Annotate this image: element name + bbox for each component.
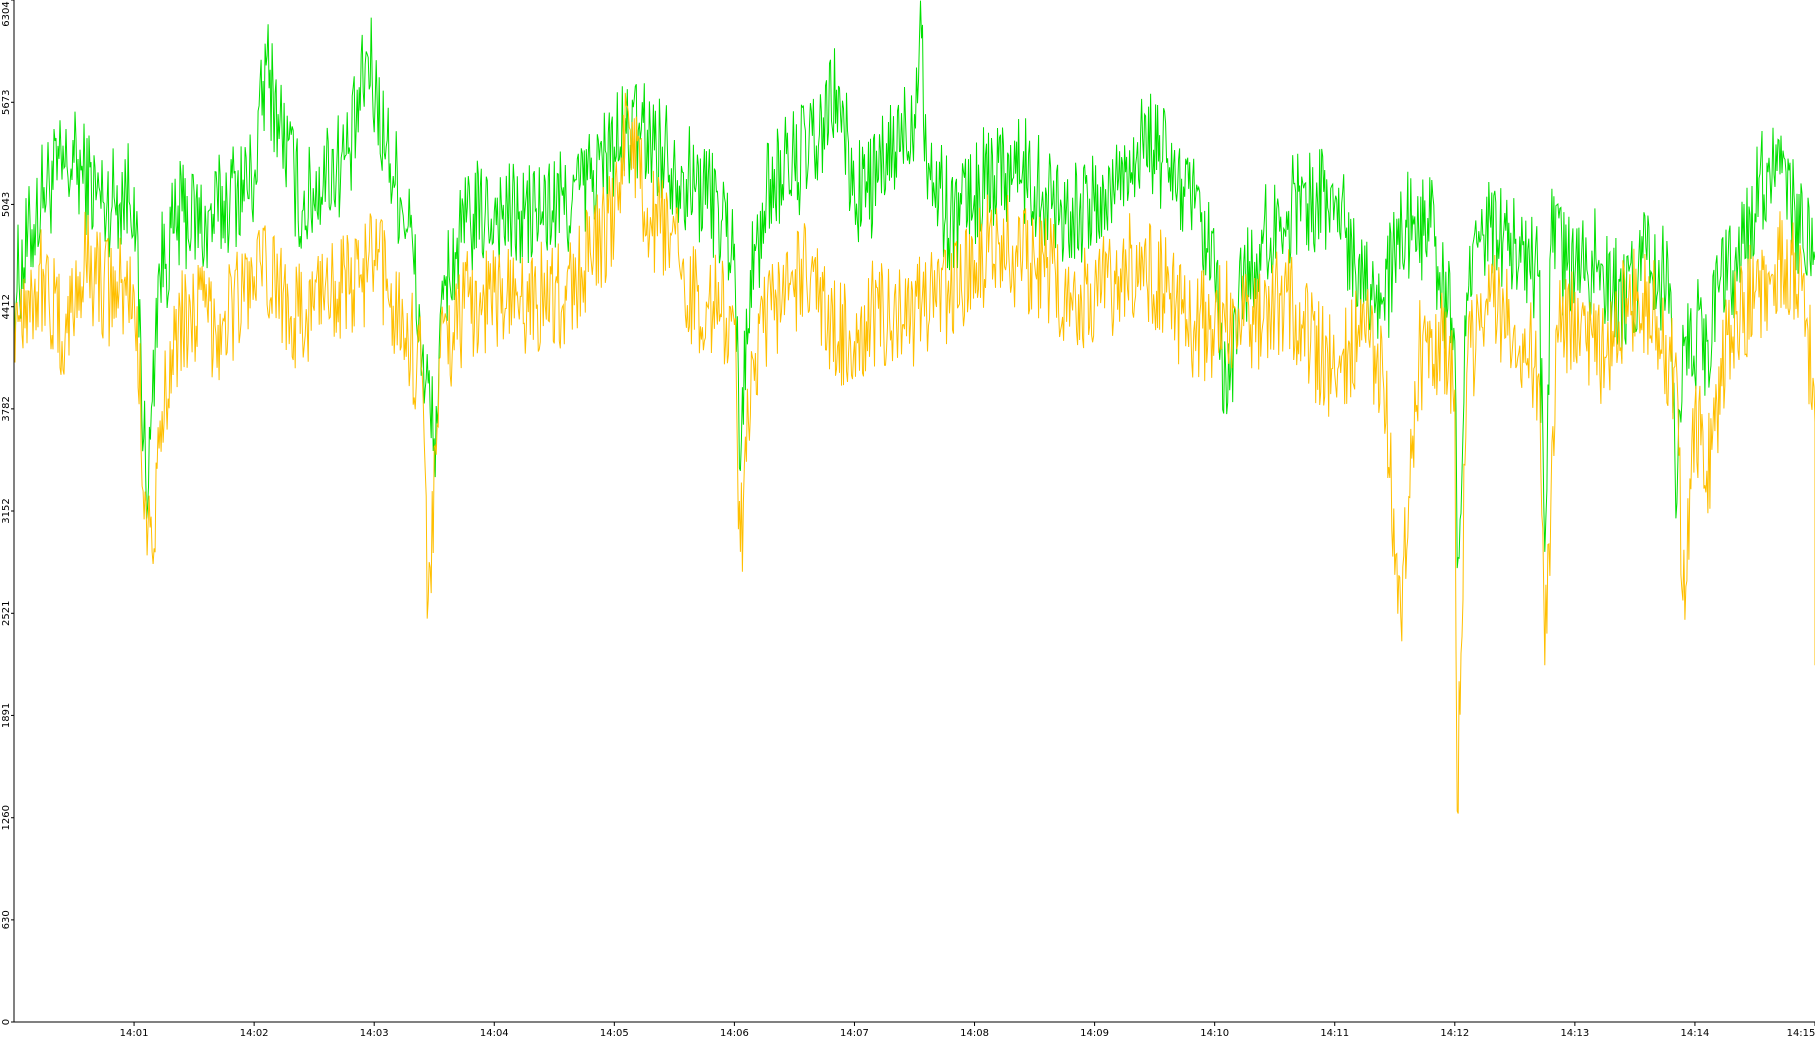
x-tick-label: 14:05 [600, 1028, 629, 1039]
y-tick-label: 3782 [1, 396, 12, 421]
y-tick-label: 5043 [1, 192, 12, 217]
y-tick-label: 5673 [1, 90, 12, 115]
chart-canvas: 0 630 1260 1891 2521 3152 3782 4412 5043 5673 6304… [0, 0, 1815, 1039]
y-tick-label: 1891 [1, 703, 12, 728]
y-tick-label: 0 [1, 1019, 12, 1025]
y-tick-label: 630 [1, 910, 12, 929]
x-tick-label: 14:09 [1080, 1028, 1109, 1039]
x-tick-label: 14:02 [240, 1028, 269, 1039]
y-tick-label: 1260 [1, 805, 12, 830]
x-tick-label: 14:14 [1681, 1028, 1710, 1039]
line-chart: 0 630 1260 1891 2521 3152 3782 4412 5043 5673 6304… [0, 0, 1815, 1039]
y-tick-label: 6304 [1, 1, 12, 26]
x-tick-label: 14:04 [480, 1028, 509, 1039]
y-tick-label: 2521 [1, 601, 12, 626]
x-tick-label: 14:08 [960, 1028, 989, 1039]
y-tick-label: 4412 [1, 294, 12, 319]
x-tick-label: 14:01 [120, 1028, 149, 1039]
x-tick-label: 14:03 [360, 1028, 389, 1039]
x-tick-label: 14:15 [1787, 1028, 1815, 1039]
x-tick-label: 14:06 [720, 1028, 749, 1039]
x-tick-label: 14:11 [1320, 1028, 1349, 1039]
y-tick-label: 3152 [1, 498, 12, 523]
x-tick-label: 14:10 [1200, 1028, 1229, 1039]
x-tick-label: 14:12 [1440, 1028, 1469, 1039]
x-tick-label: 14:13 [1560, 1028, 1589, 1039]
x-tick-label: 14:07 [840, 1028, 869, 1039]
